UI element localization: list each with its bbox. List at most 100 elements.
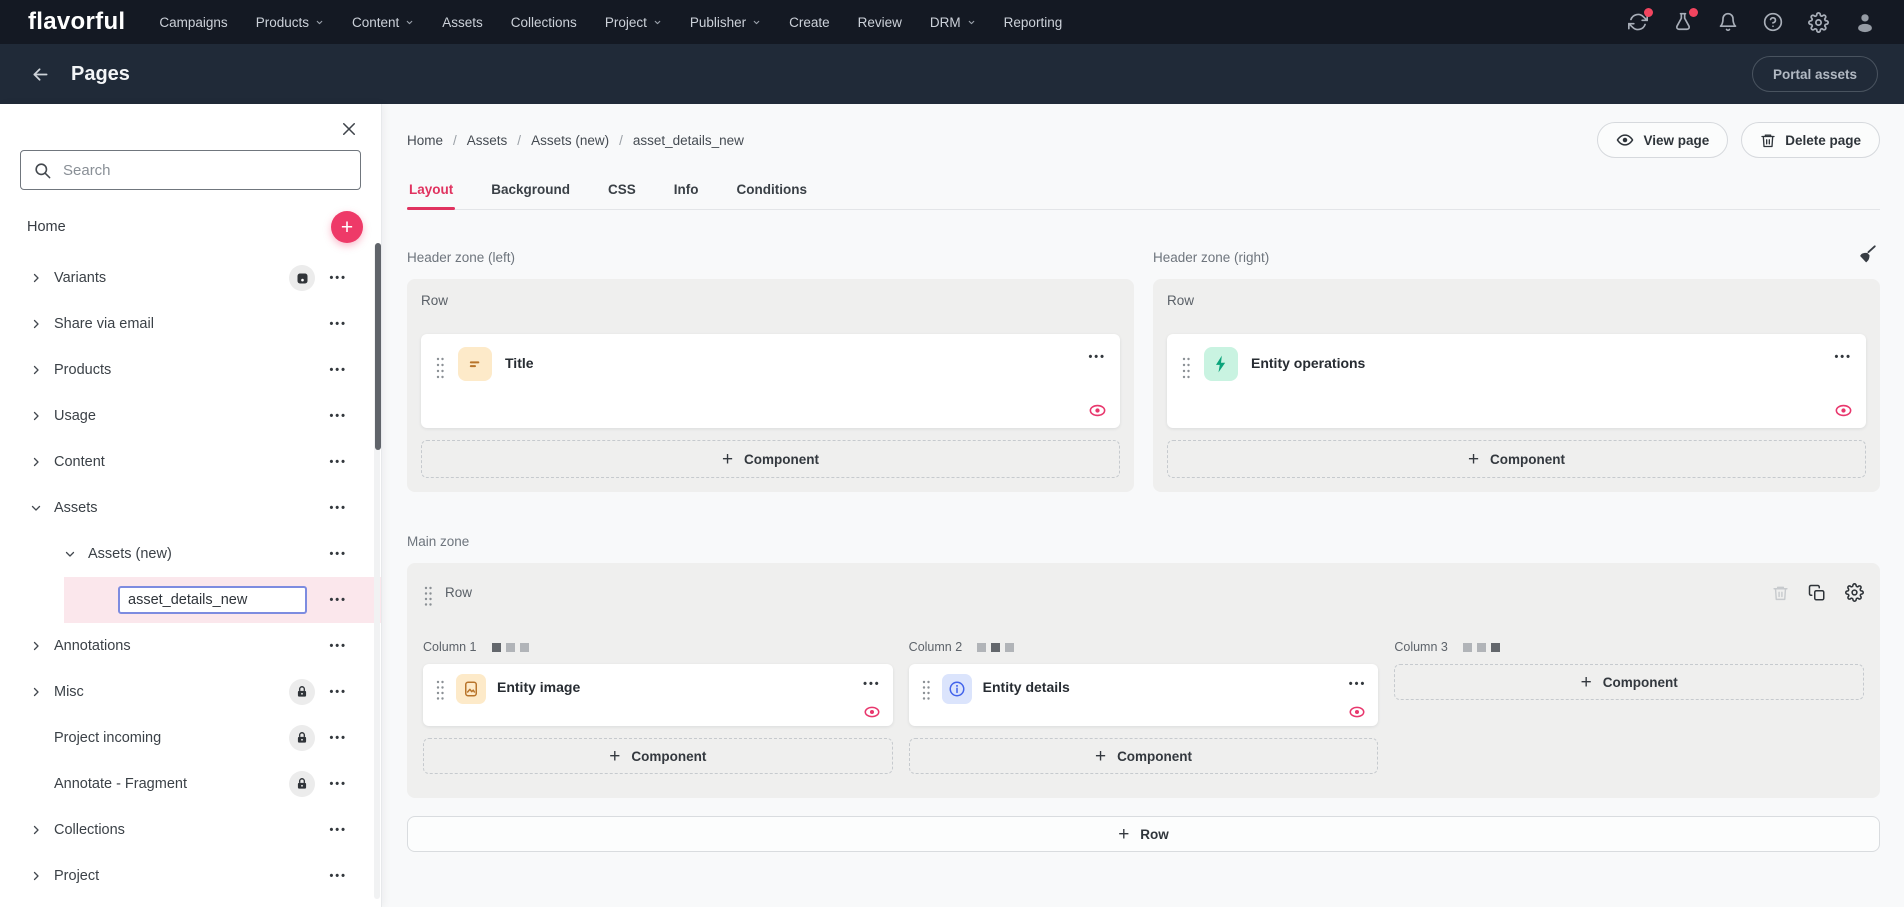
- nav-item[interactable]: Assets: [442, 15, 483, 30]
- chevron-right-icon[interactable]: [26, 318, 46, 330]
- item-menu-button[interactable]: •••: [329, 778, 347, 790]
- tree-item[interactable]: Assets Assets •••: [0, 485, 381, 531]
- tree-item[interactable]: Content Ops Content Ops •••: [0, 899, 381, 907]
- tree-item[interactable]: Collections Collections •••: [0, 807, 381, 853]
- component-menu-button[interactable]: •••: [863, 678, 881, 690]
- item-menu-button[interactable]: •••: [329, 732, 347, 744]
- search-input[interactable]: [63, 162, 348, 179]
- chevron-right-icon[interactable]: [26, 410, 46, 422]
- tree-item-name-input[interactable]: asset_details_new: [118, 586, 307, 614]
- nav-item[interactable]: Campaigns: [159, 15, 227, 30]
- nav-item[interactable]: DRM: [930, 15, 976, 30]
- tab[interactable]: Background: [489, 170, 572, 209]
- settings-icon[interactable]: [1808, 12, 1829, 33]
- add-page-button[interactable]: +: [331, 211, 363, 243]
- visibility-eye-icon[interactable]: [1088, 401, 1107, 420]
- item-menu-button[interactable]: •••: [329, 502, 347, 514]
- tree-item[interactable]: Usage Usage •••: [0, 393, 381, 439]
- item-menu-button[interactable]: •••: [329, 364, 347, 376]
- tree-item[interactable]: Annotate - Fragment Annotate - Fragment: [0, 761, 381, 807]
- nav-item[interactable]: Collections: [511, 15, 577, 30]
- add-component-button[interactable]: + Component: [1167, 440, 1866, 478]
- drag-handle-icon[interactable]: [921, 678, 931, 702]
- visibility-eye-icon[interactable]: [863, 703, 881, 721]
- tree-item[interactable]: Products Products •••: [0, 347, 381, 393]
- nav-item[interactable]: Products: [256, 15, 324, 30]
- item-menu-button[interactable]: •••: [329, 318, 347, 330]
- tree-item[interactable]: Project incoming Project incoming •••: [0, 715, 381, 761]
- chevron-right-icon[interactable]: [26, 364, 46, 376]
- tree-item[interactable]: Share via email Share via email •••: [0, 301, 381, 347]
- tree-item[interactable]: Variants Variants •••: [0, 255, 381, 301]
- delete-page-button[interactable]: Delete page: [1741, 122, 1880, 158]
- component-menu-button[interactable]: •••: [1088, 351, 1106, 363]
- item-menu-button[interactable]: •••: [329, 686, 347, 698]
- add-component-button[interactable]: + Component: [1394, 664, 1864, 700]
- close-icon[interactable]: [340, 120, 358, 138]
- drag-handle-icon[interactable]: [435, 354, 445, 382]
- breadcrumb-item[interactable]: asset_details_new: [609, 133, 744, 148]
- chevron-right-icon[interactable]: [26, 502, 46, 514]
- chevron-right-icon[interactable]: [26, 272, 46, 284]
- chevron-right-icon[interactable]: [26, 870, 46, 882]
- item-menu-button[interactable]: •••: [329, 824, 347, 836]
- tree-item[interactable]: Annotations Annotations •••: [0, 623, 381, 669]
- component-card-title[interactable]: Title •••: [421, 334, 1120, 428]
- component-card-entity-details[interactable]: Entity details •••: [909, 664, 1379, 726]
- chevron-right-icon[interactable]: [60, 548, 80, 560]
- nav-item[interactable]: Project: [605, 15, 662, 30]
- tab[interactable]: Conditions: [735, 170, 810, 209]
- tab[interactable]: CSS: [606, 170, 638, 209]
- component-menu-button[interactable]: •••: [1834, 351, 1852, 363]
- component-menu-button[interactable]: •••: [1349, 678, 1367, 690]
- help-icon[interactable]: [1763, 12, 1783, 32]
- visibility-eye-icon[interactable]: [1348, 703, 1366, 721]
- breadcrumb-item[interactable]: Home: [407, 133, 443, 148]
- item-menu-button[interactable]: •••: [329, 594, 347, 606]
- broom-icon[interactable]: [1856, 244, 1878, 266]
- component-card-entity-operations[interactable]: Entity operations •••: [1167, 334, 1866, 428]
- item-menu-button[interactable]: •••: [329, 410, 347, 422]
- nav-item[interactable]: Reporting: [1004, 15, 1063, 30]
- component-card-entity-image[interactable]: Entity image •••: [423, 664, 893, 726]
- add-component-button[interactable]: + Component: [421, 440, 1120, 478]
- drag-handle-icon[interactable]: [1181, 354, 1191, 382]
- nav-item[interactable]: Review: [858, 15, 902, 30]
- tree-item[interactable]: Content Content •••: [0, 439, 381, 485]
- delete-row-icon[interactable]: [1772, 584, 1789, 602]
- visibility-eye-icon[interactable]: [1834, 401, 1853, 420]
- portal-assets-button[interactable]: Portal assets: [1752, 56, 1878, 92]
- sidebar-scrollbar-thumb[interactable]: [375, 243, 381, 450]
- breadcrumb-item[interactable]: Assets (new): [507, 133, 609, 148]
- flask-icon[interactable]: [1673, 12, 1693, 32]
- tab[interactable]: Info: [672, 170, 701, 209]
- chevron-right-icon[interactable]: [26, 686, 46, 698]
- row-settings-icon[interactable]: [1845, 583, 1864, 602]
- item-menu-button[interactable]: •••: [329, 456, 347, 468]
- nav-item[interactable]: Content: [352, 15, 414, 30]
- add-row-button[interactable]: + Row: [407, 816, 1880, 852]
- avatar-icon[interactable]: [1854, 11, 1876, 33]
- nav-item[interactable]: Create: [789, 15, 830, 30]
- back-button[interactable]: [30, 64, 51, 85]
- tree-item[interactable]: Assets (new) Assets (new) •••: [0, 531, 381, 577]
- breadcrumb-item[interactable]: Assets: [443, 133, 507, 148]
- chevron-right-icon[interactable]: [26, 824, 46, 836]
- item-menu-button[interactable]: •••: [329, 870, 347, 882]
- chevron-right-icon[interactable]: [26, 640, 46, 652]
- item-menu-button[interactable]: •••: [329, 548, 347, 560]
- chevron-right-icon[interactable]: [26, 456, 46, 468]
- item-menu-button[interactable]: •••: [329, 272, 347, 284]
- tree-item[interactable]: Project Project •••: [0, 853, 381, 899]
- bell-icon[interactable]: [1718, 12, 1738, 32]
- home-label[interactable]: Home: [27, 219, 66, 235]
- drag-handle-icon[interactable]: [423, 584, 433, 608]
- drag-handle-icon[interactable]: [435, 678, 445, 702]
- add-component-button[interactable]: + Component: [423, 738, 893, 774]
- item-menu-button[interactable]: •••: [329, 640, 347, 652]
- nav-item[interactable]: Publisher: [690, 15, 761, 30]
- add-component-button[interactable]: + Component: [909, 738, 1379, 774]
- tab[interactable]: Layout: [407, 170, 455, 209]
- tree-item[interactable]: Misc Misc •••: [0, 669, 381, 715]
- tree-item[interactable]: asset_details_new asset_details_new •••: [64, 577, 381, 623]
